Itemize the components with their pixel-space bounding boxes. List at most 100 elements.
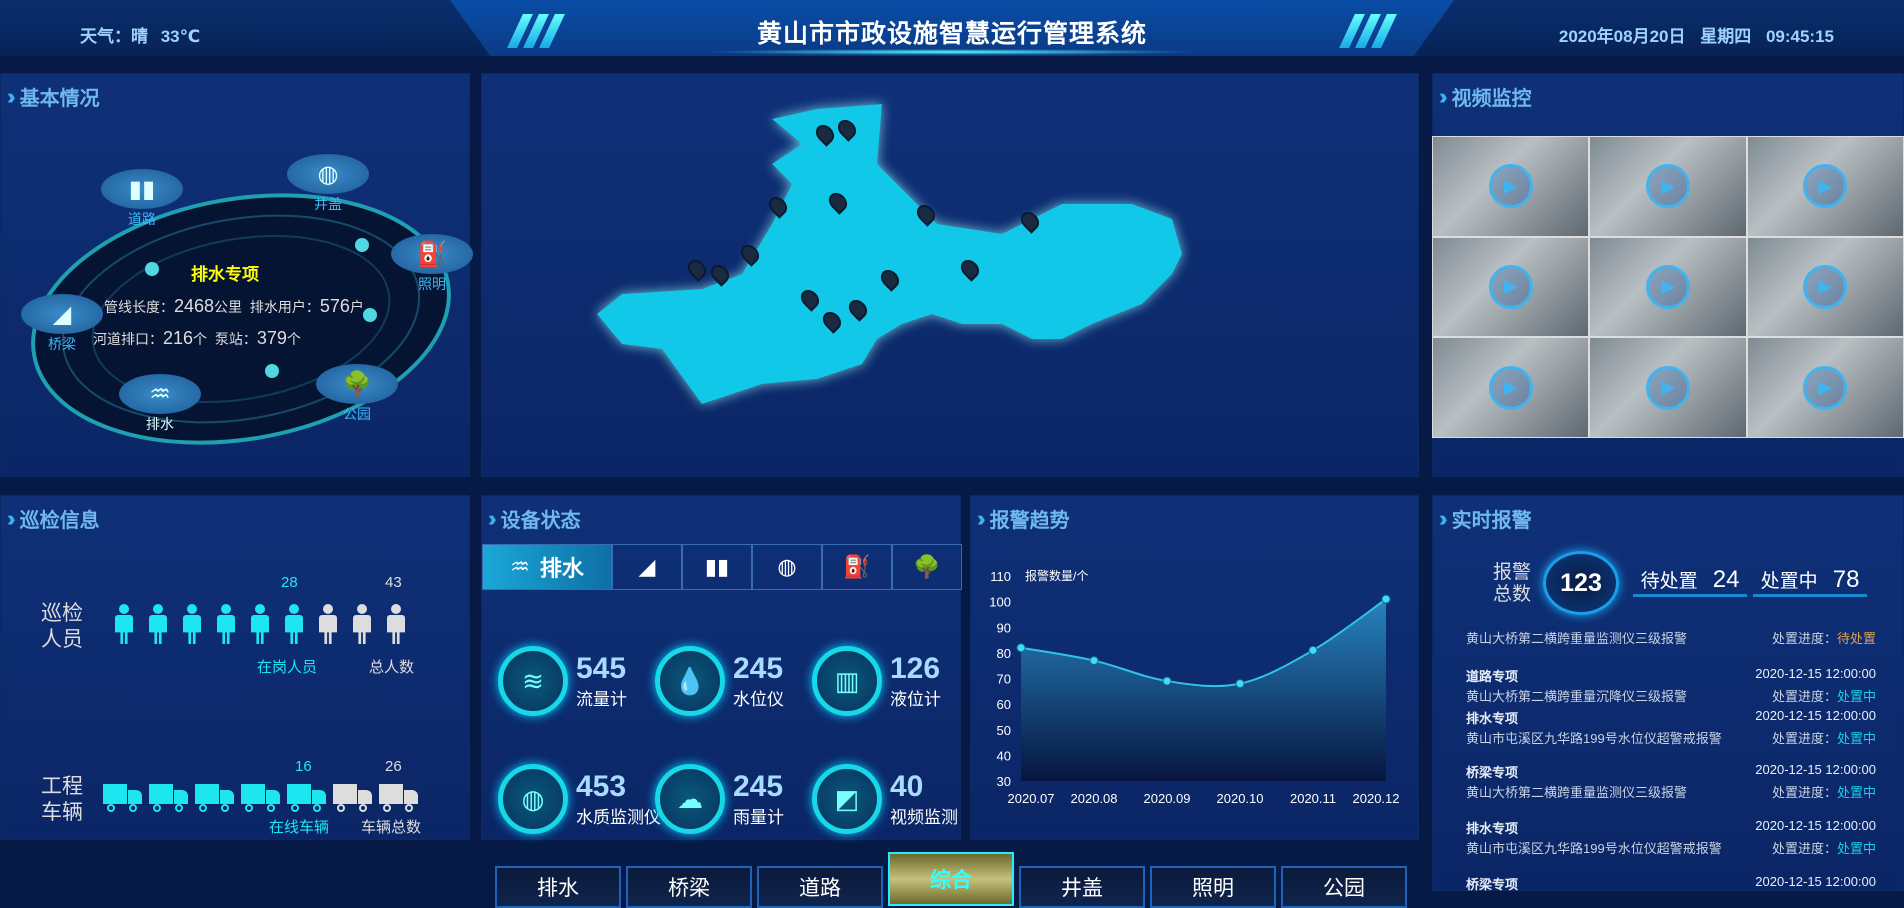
panel-title: ›› 巡检信息 bbox=[7, 505, 100, 533]
city-map[interactable] bbox=[482, 74, 1420, 478]
bottom-tab[interactable]: 井盖 bbox=[1019, 866, 1145, 908]
video-tile[interactable]: ▶ bbox=[1433, 137, 1589, 236]
video-tile[interactable]: ▶ bbox=[1590, 338, 1746, 437]
node-park[interactable]: 🌳 公园 bbox=[316, 364, 398, 424]
basic-panel: ›› 基本情况 排水专项 管线长度：2468公里 排水用户：576户 河道排口：2… bbox=[0, 73, 473, 477]
video-grid: ▶ ▶ ▶ ▶ ▶ ▶ ▶ ▶ ▶ bbox=[1432, 136, 1904, 438]
trend-panel: ›› 报警趋势 30 40 50 60 70 80 90 100 110 报警数量/个 2020.07… bbox=[970, 495, 1419, 840]
x-tick-label: 2020.10 bbox=[1217, 791, 1264, 806]
play-icon[interactable]: ▶ bbox=[1645, 365, 1690, 410]
truck-icon bbox=[333, 784, 373, 812]
manhole-icon: ◍ bbox=[287, 154, 369, 194]
stat-row-1: 管线长度：2468公里 排水用户：576户 bbox=[104, 296, 364, 316]
y-axis-label: 报警数量/个 bbox=[1025, 568, 1088, 583]
y-tick-label: 50 bbox=[997, 723, 1011, 738]
device-tab-lighting[interactable]: ⛽ bbox=[822, 544, 892, 590]
truck-icon bbox=[287, 784, 327, 812]
data-point bbox=[1381, 594, 1391, 604]
video-tile[interactable]: ▶ bbox=[1747, 137, 1903, 236]
bottom-tab[interactable]: 综合 bbox=[888, 852, 1014, 906]
liquid-level-icon: ▥ bbox=[812, 646, 882, 716]
play-icon[interactable]: ▶ bbox=[1488, 264, 1533, 309]
water-quality-icon: ◍ bbox=[498, 764, 568, 834]
data-point bbox=[1308, 645, 1318, 655]
node-road[interactable]: ▮▮ 道路 bbox=[101, 169, 183, 229]
status-badge: 处置中 bbox=[1836, 841, 1876, 856]
water-level-icon: 💧 bbox=[655, 646, 725, 716]
bridge-icon: ◢ bbox=[638, 554, 656, 579]
x-tick-label: 2020.11 bbox=[1290, 791, 1336, 806]
streetlight-icon: ⛽ bbox=[391, 234, 473, 274]
video-tile[interactable]: ▶ bbox=[1433, 338, 1589, 437]
panel-title: ›› 基本情况 bbox=[7, 83, 100, 111]
flow-meter-icon: ≋ bbox=[498, 646, 568, 716]
road-icon: ▮▮ bbox=[704, 554, 730, 579]
chevron-icon: ›› bbox=[488, 505, 496, 531]
device-panel: ›› 设备状态 ♒ 排水 ◢ ▮▮ ◍ ⛽ 🌳 ≋ 545 流量计 💧 245 水位仪 ▥ 126… bbox=[481, 495, 962, 840]
alarm-item[interactable]: 黄山大桥第二横跨重量监测仪三级报警 处置进度：处置中 bbox=[1466, 782, 1876, 801]
weather: 天气：晴 33℃ bbox=[80, 27, 201, 46]
play-icon[interactable]: ▶ bbox=[1645, 264, 1690, 309]
device-tab-road[interactable]: ▮▮ bbox=[682, 544, 752, 590]
play-icon[interactable]: ▶ bbox=[1645, 164, 1690, 209]
data-point bbox=[1162, 676, 1172, 686]
device-tabs: ♒ 排水 ◢ ▮▮ ◍ ⛽ 🌳 bbox=[482, 544, 962, 590]
park-icon: 🌳 bbox=[316, 364, 398, 404]
bottom-tab[interactable]: 公园 bbox=[1281, 866, 1407, 908]
play-icon[interactable]: ▶ bbox=[1803, 365, 1848, 410]
y-tick-label: 30 bbox=[997, 774, 1011, 789]
total-label: 总人数 bbox=[369, 659, 415, 676]
person-icon bbox=[385, 604, 407, 644]
node-drainage[interactable]: ♒ 排水 bbox=[119, 374, 201, 434]
alarm-item[interactable]: 黄山市屯溪区九华路199号水位仪超警戒报警 处置进度：处置中 bbox=[1466, 728, 1876, 747]
truck-icon bbox=[149, 784, 189, 812]
video-tile[interactable]: ▶ bbox=[1747, 338, 1903, 437]
video-tile[interactable]: ▶ bbox=[1433, 237, 1589, 337]
node-bridge[interactable]: ◢ 桥梁 bbox=[21, 294, 103, 354]
processing-box: 处置中 78 bbox=[1753, 566, 1867, 597]
alarm-trend-chart: 30 40 50 60 70 80 90 100 110 报警数量/个 2020.07 2020.08… bbox=[989, 568, 1399, 806]
bottom-tab[interactable]: 排水 bbox=[495, 866, 621, 908]
y-tick-label: 60 bbox=[997, 697, 1011, 712]
chevron-icon: ›› bbox=[7, 83, 15, 109]
drainage-icon: ♒ bbox=[119, 374, 201, 414]
bottom-tab[interactable]: 桥梁 bbox=[626, 866, 752, 908]
video-tile[interactable]: ▶ bbox=[1590, 237, 1746, 337]
map-panel[interactable] bbox=[481, 73, 1419, 477]
person-icon bbox=[113, 604, 135, 644]
play-icon[interactable]: ▶ bbox=[1803, 264, 1848, 309]
y-tick-label: 40 bbox=[997, 748, 1011, 763]
on-duty-count: 28 bbox=[281, 574, 298, 591]
vehicle-total-count: 26 bbox=[385, 758, 402, 775]
y-tick-label: 90 bbox=[997, 620, 1011, 635]
center-title: 排水专项 bbox=[191, 265, 259, 284]
orbit-dot bbox=[265, 364, 279, 378]
alarm-item[interactable]: 黄山市屯溪区九华路199号水位仪超警戒报警 处置进度：处置中 bbox=[1466, 838, 1876, 857]
node-lighting[interactable]: ⛽ 照明 bbox=[391, 234, 473, 294]
play-icon[interactable]: ▶ bbox=[1488, 164, 1533, 209]
video-tile[interactable]: ▶ bbox=[1590, 137, 1746, 236]
alarm-item[interactable]: 黄山大桥第二横跨重量沉降仪三级报警 处置进度：处置中 bbox=[1466, 686, 1876, 705]
bottom-tab[interactable]: 照明 bbox=[1150, 866, 1276, 908]
alarm-item[interactable]: 黄山大桥第二横跨重量监测仪三级报警 处置进度：待处置 bbox=[1466, 628, 1876, 647]
device-tab-drainage[interactable]: ♒ 排水 bbox=[482, 544, 612, 590]
streetlight-icon: ⛽ bbox=[843, 554, 871, 579]
total-alarm-count: 123 bbox=[1543, 551, 1619, 615]
bottom-tab[interactable]: 道路 bbox=[757, 866, 883, 908]
video-tile[interactable]: ▶ bbox=[1747, 237, 1903, 337]
device-tab-park[interactable]: 🌳 bbox=[892, 544, 962, 590]
device-tab-bridge[interactable]: ◢ bbox=[612, 544, 682, 590]
y-tick-label: 70 bbox=[997, 672, 1011, 687]
node-manhole[interactable]: ◍ 井盖 bbox=[287, 154, 369, 214]
pending-box: 待处置 24 bbox=[1633, 566, 1747, 597]
y-tick-label: 80 bbox=[997, 646, 1011, 661]
chevron-icon: ›› bbox=[7, 505, 15, 531]
device-tab-manhole[interactable]: ◍ bbox=[752, 544, 822, 590]
panel-title: ›› 视频监控 bbox=[1439, 83, 1532, 111]
vehicle-label: 工程车辆 bbox=[41, 775, 83, 824]
status-badge: 待处置 bbox=[1836, 631, 1876, 646]
road-icon: ▮▮ bbox=[101, 169, 183, 209]
personnel-label: 巡检人员 bbox=[41, 602, 83, 651]
play-icon[interactable]: ▶ bbox=[1488, 365, 1533, 410]
play-icon[interactable]: ▶ bbox=[1803, 164, 1848, 209]
